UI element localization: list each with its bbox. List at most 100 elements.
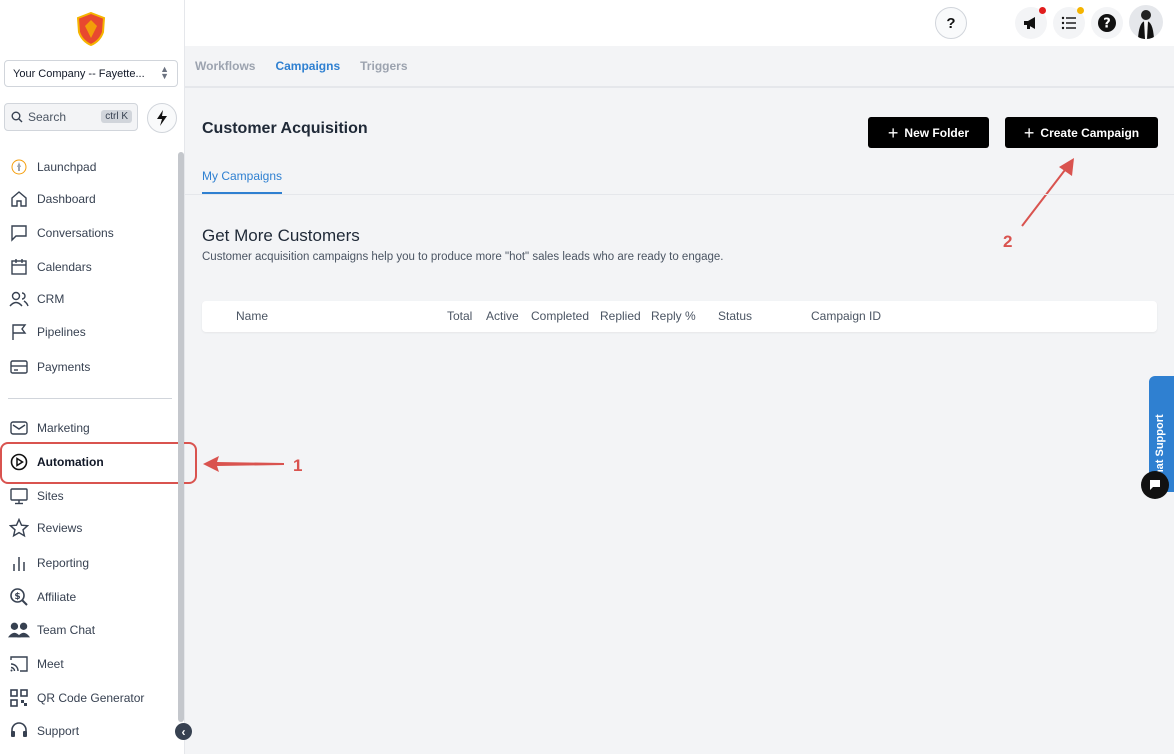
sidebar-item-calendars[interactable]: Calendars: [8, 253, 178, 281]
help-button[interactable]: ?: [935, 7, 967, 39]
create-campaign-label: Create Campaign: [1040, 125, 1140, 140]
dollar-search-icon: $: [8, 586, 30, 608]
sidebar-item-label: CRM: [37, 292, 65, 306]
column-header-name[interactable]: Name: [236, 309, 268, 323]
top-bar: ? ?: [185, 0, 1174, 46]
sidebar-item-label: Conversations: [37, 226, 114, 240]
cast-icon: [8, 653, 30, 675]
company-logo[interactable]: [76, 12, 106, 46]
question-icon: ?: [946, 14, 956, 32]
mail-icon: [8, 417, 30, 439]
search-shortcut: ctrl K: [101, 110, 132, 123]
headset-icon: [8, 720, 30, 742]
sidebar-item-qr-code-generator[interactable]: QR Code Generator: [8, 684, 178, 712]
sidebar: Your Company -- Fayette... ▲ ▼ Search ctr…: [0, 0, 197, 754]
users-icon: [8, 288, 30, 310]
sidebar-item-label: Affiliate: [37, 590, 77, 604]
annotation-label-2: 2: [1003, 232, 1013, 251]
team-icon: [8, 619, 30, 641]
sidebar-item-label: Dashboard: [37, 192, 96, 206]
search-icon: [11, 111, 23, 123]
column-header-replied[interactable]: Replied: [600, 309, 641, 323]
sidebar-item-reviews[interactable]: Reviews: [8, 514, 178, 542]
page-title: Customer Acquisition: [202, 120, 368, 137]
megaphone-icon: [1024, 17, 1035, 29]
sidebar-item-support[interactable]: Support: [8, 717, 178, 745]
star-icon: [8, 517, 30, 539]
tab-workflows[interactable]: Workflows: [195, 59, 255, 73]
column-header-completed[interactable]: Completed: [531, 309, 589, 323]
announcements-button[interactable]: [1015, 7, 1047, 39]
sidebar-item-dashboard[interactable]: Dashboard: [8, 185, 178, 213]
help-circle-icon: ?: [1098, 14, 1116, 32]
sidebar-item-label: Reporting: [37, 556, 90, 570]
sidebar-item-meet[interactable]: Meet: [8, 650, 178, 678]
sidebar-divider: [8, 398, 172, 399]
sidebar-item-label: Support: [37, 724, 80, 738]
sidebar-item-crm[interactable]: CRM: [8, 285, 178, 313]
help-center-button[interactable]: ?: [1091, 7, 1123, 39]
sidebar-item-sites[interactable]: Sites: [8, 482, 178, 510]
sidebar-item-label: Reviews: [37, 521, 83, 535]
collapse-sidebar-button[interactable]: ‹: [175, 723, 192, 740]
flag-icon: [8, 321, 30, 343]
chevron-left-icon: ‹: [181, 724, 186, 739]
svg-text:$: $: [14, 592, 20, 602]
company-switcher[interactable]: Your Company -- Fayette... ▲ ▼: [4, 60, 178, 87]
column-header-active[interactable]: Active: [486, 309, 519, 323]
column-header-campaign-id[interactable]: Campaign ID: [811, 309, 881, 323]
calendar-icon: [8, 256, 30, 278]
bar-chart-icon: [8, 552, 30, 574]
tab-campaigns[interactable]: Campaigns: [275, 59, 340, 73]
column-header-total[interactable]: Total: [447, 309, 472, 323]
annotation-arrow-2: [1021, 158, 1074, 227]
annotation-label-1: 1: [293, 456, 303, 475]
annotation-arrow-1: [203, 456, 284, 472]
column-header-status[interactable]: Status: [718, 309, 752, 323]
sidebar-item-label: QR Code Generator: [37, 691, 145, 705]
plus-icon: +: [887, 122, 899, 143]
sidebar-item-marketing[interactable]: Marketing: [8, 414, 178, 442]
sidebar-item-launchpad[interactable]: Launchpad: [8, 153, 178, 181]
sidebar-item-label: Sites: [37, 489, 64, 503]
automation-subnav: Workflows Campaigns Triggers: [185, 46, 1174, 88]
sidebar-item-team-chat[interactable]: Team Chat: [8, 616, 178, 644]
sidebar-item-reporting[interactable]: Reporting: [8, 549, 178, 577]
sidebar-scrollbar[interactable]: [178, 152, 184, 722]
monitor-icon: [8, 485, 30, 507]
tasks-button[interactable]: [1053, 7, 1085, 39]
new-folder-button[interactable]: + New Folder: [868, 117, 989, 148]
sidebar-item-label: Launchpad: [37, 160, 97, 174]
sidebar-item-label: Pipelines: [37, 325, 86, 339]
create-campaign-button[interactable]: + Create Campaign: [1005, 117, 1158, 148]
avatar[interactable]: [1129, 5, 1163, 39]
chat-icon: [8, 222, 30, 244]
sidebar-item-affiliate[interactable]: $ Affiliate: [8, 583, 178, 611]
notification-dot: [1039, 7, 1046, 14]
lightning-icon: [157, 110, 167, 126]
card-icon: [8, 356, 30, 378]
section-description: Customer acquisition campaigns help you …: [202, 251, 724, 263]
plus-icon: +: [1023, 122, 1035, 143]
sidebar-item-label: Calendars: [37, 260, 92, 274]
search-box[interactable]: Search ctrl K: [4, 103, 138, 131]
tab-divider: [185, 194, 1174, 195]
quick-actions-button[interactable]: [147, 103, 177, 133]
automation-highlight-box: [0, 442, 197, 484]
tab-triggers[interactable]: Triggers: [360, 59, 407, 73]
chat-widget-button[interactable]: [1141, 471, 1169, 499]
section-title: Get More Customers: [202, 226, 360, 245]
launchpad-icon: [8, 156, 30, 178]
company-name: Your Company -- Fayette...: [13, 67, 145, 80]
qr-icon: [8, 687, 30, 709]
sidebar-item-pipelines[interactable]: Pipelines: [8, 318, 178, 346]
sidebar-item-label: Meet: [37, 657, 64, 671]
notification-dot: [1077, 7, 1084, 14]
new-folder-label: New Folder: [904, 125, 970, 140]
user-avatar-icon: [1138, 10, 1154, 39]
sidebar-item-conversations[interactable]: Conversations: [8, 219, 178, 247]
tab-my-campaigns[interactable]: My Campaigns: [202, 169, 283, 194]
sidebar-item-payments[interactable]: Payments: [8, 353, 178, 381]
chat-bubble-icon: [1150, 480, 1160, 490]
column-header-reply-percent[interactable]: Reply %: [651, 309, 696, 323]
